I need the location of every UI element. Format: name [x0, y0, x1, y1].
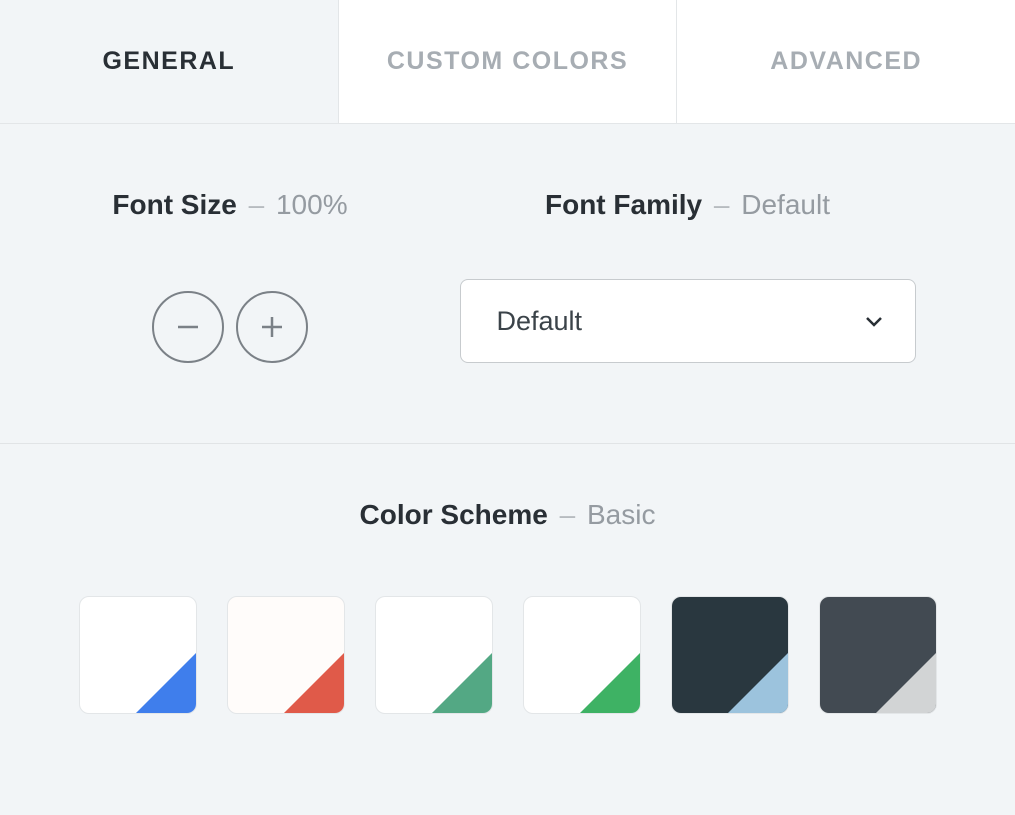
- color-swatch-light-red[interactable]: [227, 596, 345, 714]
- font-panel: Font Size – 100% Font Family – Default: [0, 124, 1015, 444]
- swatch-accent-corner: [580, 653, 640, 713]
- increase-button[interactable]: [236, 291, 308, 363]
- swatch-accent-corner: [284, 653, 344, 713]
- plus-icon: [257, 312, 287, 342]
- font-family-heading: Font Family – Default: [545, 189, 830, 221]
- font-family-select[interactable]: Default: [460, 279, 916, 363]
- color-scheme-panel: Color Scheme – Basic: [0, 444, 1015, 714]
- font-size-column: Font Size – 100%: [50, 189, 410, 363]
- font-size-heading: Font Size – 100%: [112, 189, 347, 221]
- font-family-selected: Default: [497, 306, 863, 337]
- tab-advanced[interactable]: Advanced: [676, 0, 1015, 123]
- swatch-accent-corner: [432, 653, 492, 713]
- color-swatch-dark-gray[interactable]: [819, 596, 937, 714]
- font-family-value: Default: [741, 189, 830, 220]
- settings-tabs: General Custom Colors Advanced: [0, 0, 1015, 124]
- tab-custom-colors-label: Custom Colors: [387, 47, 628, 76]
- color-scheme-label: Color Scheme: [360, 499, 548, 530]
- dash-sep: –: [560, 499, 576, 530]
- color-scheme-heading: Color Scheme – Basic: [50, 499, 965, 531]
- swatch-accent-corner: [136, 653, 196, 713]
- tab-general-label: General: [102, 47, 235, 76]
- font-family-column: Font Family – Default Default: [410, 189, 965, 363]
- font-size-label: Font Size: [112, 189, 236, 220]
- color-swatch-dark-blue[interactable]: [671, 596, 789, 714]
- minus-icon: [173, 312, 203, 342]
- decrease-button[interactable]: [152, 291, 224, 363]
- tab-custom-colors[interactable]: Custom Colors: [338, 0, 677, 123]
- color-swatch-light-teal[interactable]: [375, 596, 493, 714]
- chevron-down-icon: [863, 310, 885, 332]
- tab-advanced-label: Advanced: [770, 47, 922, 76]
- color-swatch-light-blue[interactable]: [79, 596, 197, 714]
- swatch-accent-corner: [728, 653, 788, 713]
- font-size-value: 100%: [276, 189, 348, 220]
- font-family-label: Font Family: [545, 189, 702, 220]
- swatch-accent-corner: [876, 653, 936, 713]
- tab-general[interactable]: General: [0, 0, 338, 123]
- color-swatch-light-green[interactable]: [523, 596, 641, 714]
- color-swatch-row: [50, 596, 965, 714]
- dash-sep: –: [714, 189, 730, 220]
- color-scheme-value: Basic: [587, 499, 655, 530]
- font-size-stepper: [152, 291, 308, 363]
- dash-sep: –: [249, 189, 265, 220]
